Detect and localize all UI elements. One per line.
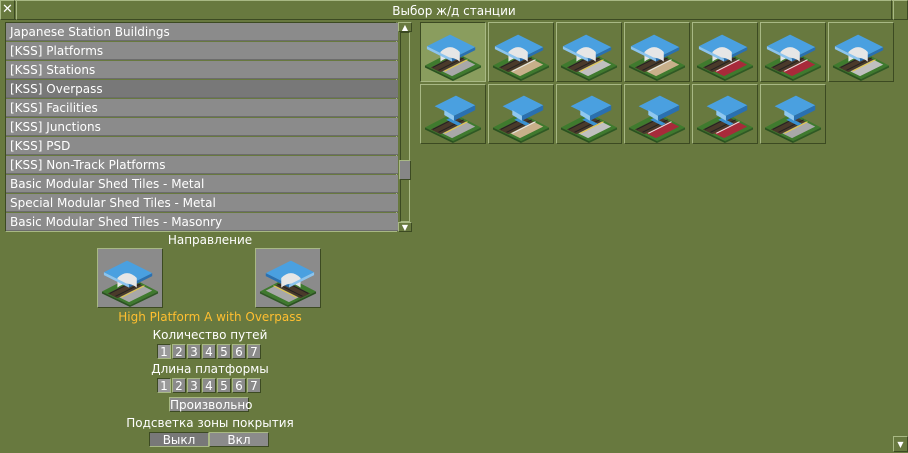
- station-tile[interactable]: [760, 84, 826, 144]
- station-tile[interactable]: [420, 84, 486, 144]
- scroll-thumb[interactable]: [399, 160, 411, 180]
- tracks-label: Количество путей: [152, 328, 268, 342]
- coverage-label: Подсветка зоны покрытия: [126, 416, 294, 430]
- station-class-list[interactable]: Japanese Station Buildings [KSS] Platform…: [5, 22, 398, 232]
- resize-icon[interactable]: ▼: [893, 436, 908, 452]
- platform-length-option[interactable]: 5: [217, 378, 231, 393]
- orientation-label: Направление: [167, 233, 253, 247]
- list-item[interactable]: [KSS] Junctions: [6, 118, 398, 136]
- station-name: High Platform A with Overpass: [118, 310, 302, 324]
- tracks-option[interactable]: 1: [157, 344, 171, 359]
- tracks-option[interactable]: 3: [187, 344, 201, 359]
- list-item[interactable]: [KSS] Overpass: [6, 80, 398, 98]
- orientation-2-button[interactable]: [255, 248, 321, 308]
- list-item[interactable]: Basic Modular Shed Tiles - Metal: [6, 175, 398, 193]
- list-item[interactable]: [KSS] Stations: [6, 61, 398, 79]
- tracks-option[interactable]: 6: [232, 344, 246, 359]
- tracks-option[interactable]: 4: [202, 344, 216, 359]
- platform-length-label: Длина платформы: [151, 362, 269, 376]
- scroll-up-icon[interactable]: ▲: [398, 22, 412, 32]
- list-item[interactable]: [KSS] Non-Track Platforms: [6, 156, 398, 174]
- coverage-on-button[interactable]: Вкл: [209, 432, 269, 447]
- platform-length-option[interactable]: 2: [172, 378, 186, 393]
- station-tile[interactable]: [624, 84, 690, 144]
- tracks-selector: 1234567: [157, 344, 262, 359]
- list-scrollbar[interactable]: ▲ ▼: [398, 22, 412, 232]
- close-icon[interactable]: ✕: [0, 0, 15, 20]
- station-tile[interactable]: [692, 84, 758, 144]
- platform-length-selector: 1234567: [157, 378, 262, 393]
- list-item[interactable]: Basic Modular Shed Tiles - Masonry: [6, 213, 398, 231]
- tracks-option[interactable]: 7: [247, 344, 261, 359]
- platform-length-option[interactable]: 3: [187, 378, 201, 393]
- station-tile[interactable]: [760, 22, 826, 82]
- list-item[interactable]: Special Modular Shed Tiles - Metal: [6, 194, 398, 212]
- window-title[interactable]: Выбор ж/д станции: [16, 0, 892, 20]
- list-item[interactable]: Japanese Station Buildings: [6, 23, 398, 41]
- platform-length-option[interactable]: 1: [157, 378, 171, 393]
- platform-length-option[interactable]: 7: [247, 378, 261, 393]
- tracks-option[interactable]: 5: [217, 344, 231, 359]
- platform-length-option[interactable]: 4: [202, 378, 216, 393]
- station-tile[interactable]: [556, 22, 622, 82]
- station-tile[interactable]: [488, 84, 554, 144]
- sticky-box[interactable]: [893, 0, 908, 20]
- list-item[interactable]: [KSS] Platforms: [6, 42, 398, 60]
- station-tile[interactable]: [420, 22, 486, 82]
- list-item[interactable]: [KSS] PSD: [6, 137, 398, 155]
- station-tile[interactable]: [488, 22, 554, 82]
- station-tile[interactable]: [692, 22, 758, 82]
- station-tile[interactable]: [828, 22, 894, 82]
- scroll-down-icon[interactable]: ▼: [398, 222, 412, 232]
- station-tile[interactable]: [556, 84, 622, 144]
- list-item[interactable]: [KSS] Facilities: [6, 99, 398, 117]
- scroll-track[interactable]: [400, 32, 410, 222]
- platform-length-option[interactable]: 6: [232, 378, 246, 393]
- coverage-off-button[interactable]: Выкл: [149, 432, 209, 447]
- orientation-1-button[interactable]: [97, 248, 163, 308]
- drag-drop-button[interactable]: Произвольно: [169, 397, 253, 412]
- station-tile[interactable]: [624, 22, 690, 82]
- tracks-option[interactable]: 2: [172, 344, 186, 359]
